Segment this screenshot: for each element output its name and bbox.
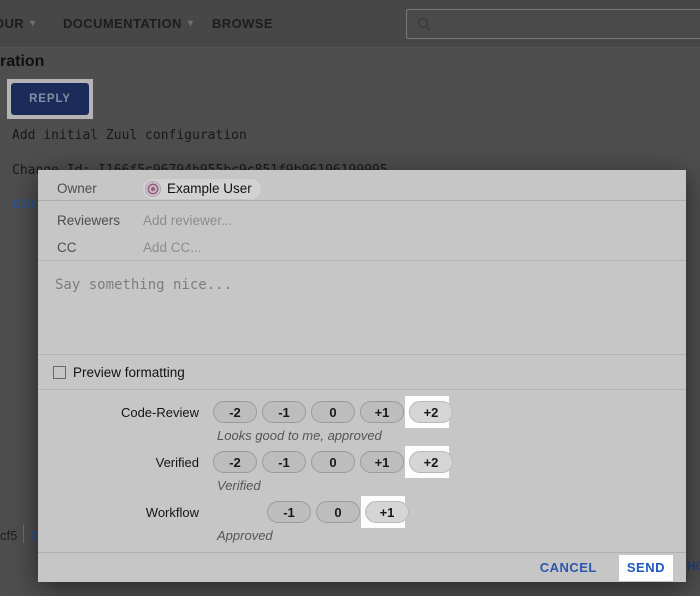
chevron-down-icon: ▾ xyxy=(30,18,35,29)
dialog-footer: CANCEL SEND xyxy=(38,552,686,582)
highlight-box: +1 xyxy=(365,501,409,523)
divider xyxy=(23,525,24,543)
vote-pill-selected[interactable]: +1 xyxy=(365,501,409,523)
owner-label: Owner xyxy=(57,181,143,196)
chevron-down-icon: ▾ xyxy=(188,18,193,29)
cancel-button[interactable]: CANCEL xyxy=(540,560,597,575)
vote-pill-selected[interactable]: +2 xyxy=(409,401,453,423)
top-header-bar: OUR ▾ DOCUMENTATION ▾ BROWSE xyxy=(0,0,700,48)
message-placeholder: Say something nice... xyxy=(55,277,232,293)
menu-label: BROWSE xyxy=(212,16,273,31)
vote-pill[interactable]: 0 xyxy=(316,501,360,523)
reply-message-textarea[interactable]: Say something nice... xyxy=(38,260,686,355)
edge-link-fragment[interactable]: HC xyxy=(687,559,700,573)
preview-formatting-row: Preview formatting xyxy=(38,355,686,390)
reply-button[interactable]: REPLY xyxy=(11,83,89,115)
vote-block-workflow: Workflow -1 0 +1 Approved xyxy=(38,496,686,546)
reviewers-label: Reviewers xyxy=(57,213,143,228)
vote-pill[interactable]: -1 xyxy=(262,401,306,423)
vote-label: Workflow xyxy=(38,505,206,520)
preview-formatting-label: Preview formatting xyxy=(73,365,185,380)
vote-pill[interactable]: -2 xyxy=(213,451,257,473)
vote-pill[interactable]: +1 xyxy=(360,401,404,423)
vote-pill[interactable]: 0 xyxy=(311,401,355,423)
cc-label: CC xyxy=(57,240,143,255)
page-title: ration xyxy=(0,53,44,71)
vote-pill[interactable]: 0 xyxy=(311,451,355,473)
preview-formatting-checkbox[interactable] xyxy=(53,366,66,379)
vote-label: Code-Review xyxy=(38,405,206,420)
menu-label: OUR xyxy=(0,16,24,31)
vote-section: Code-Review -2 -1 0 +1 +2 Looks good to … xyxy=(38,390,686,546)
owner-row: Owner Example User xyxy=(38,170,686,201)
commit-sha-fragment: cf5 xyxy=(0,528,17,543)
vote-description: Looks good to me, approved xyxy=(217,428,686,446)
vote-pill[interactable]: -2 xyxy=(213,401,257,423)
menu-item-documentation[interactable]: DOCUMENTATION ▾ xyxy=(63,16,193,31)
avatar xyxy=(145,181,161,197)
owner-name: Example User xyxy=(167,181,252,196)
vote-pill[interactable]: +1 xyxy=(360,451,404,473)
highlight-box: REPLY xyxy=(7,79,93,119)
menu-item-your[interactable]: OUR ▾ xyxy=(0,16,36,31)
send-button[interactable]: SEND xyxy=(627,560,665,575)
vote-description: Approved xyxy=(217,528,686,546)
vote-description: Verified xyxy=(217,478,686,496)
owner-chip[interactable]: Example User xyxy=(143,179,261,199)
reviewers-row: Reviewers Add reviewer... xyxy=(38,201,686,234)
highlight-box: SEND xyxy=(619,555,673,581)
menu-item-browse[interactable]: BROWSE xyxy=(212,16,273,31)
vote-label: Verified xyxy=(38,455,206,470)
search-icon xyxy=(417,17,431,31)
vote-block-verified: Verified -2 -1 0 +1 +2 Verified xyxy=(38,446,686,496)
highlight-box: +2 xyxy=(409,451,453,473)
cc-row: CC Add CC... xyxy=(38,234,686,260)
vote-pill[interactable]: -1 xyxy=(267,501,311,523)
menu-label: DOCUMENTATION xyxy=(63,16,182,31)
commit-message-line: Add initial Zuul configuration xyxy=(12,128,247,143)
search-input[interactable] xyxy=(406,9,700,39)
add-reviewer-input[interactable]: Add reviewer... xyxy=(143,213,232,228)
reply-dialog: Owner Example User Reviewers Add reviewe… xyxy=(38,170,686,582)
vote-pill-selected[interactable]: +2 xyxy=(409,451,453,473)
add-cc-input[interactable]: Add CC... xyxy=(143,240,202,255)
vote-pill[interactable]: -1 xyxy=(262,451,306,473)
vote-block-code-review: Code-Review -2 -1 0 +1 +2 Looks good to … xyxy=(38,396,686,446)
highlight-box: +2 xyxy=(409,401,453,423)
